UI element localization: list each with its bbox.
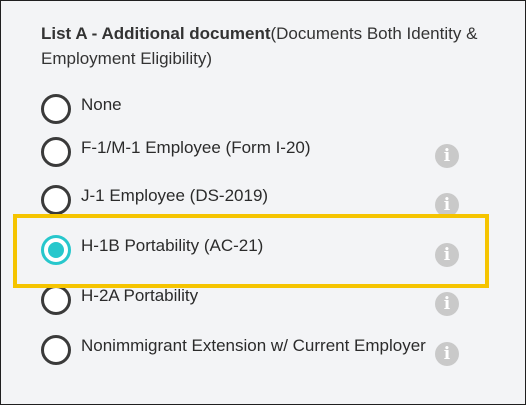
radio-none[interactable]	[41, 94, 71, 124]
option-label-h2a-portability: H-2A Portability	[81, 286, 199, 305]
radio-nonimmigrant-extension[interactable]	[41, 335, 71, 365]
radio-j1-employee[interactable]	[41, 185, 71, 215]
radio-h1b-portability-selected[interactable]	[41, 235, 71, 265]
section-heading: List A - Additional document(Documents B…	[41, 21, 491, 71]
info-icon[interactable]: i	[435, 144, 459, 168]
radio-h2a-portability[interactable]	[41, 285, 71, 315]
option-f1-m1-employee[interactable]: F-1/M-1 Employee (Form I-20)	[41, 137, 481, 167]
option-nonimmigrant-extension[interactable]: Nonimmigrant Extension w/ Current Employ…	[41, 335, 481, 365]
document-selection-panel: List A - Additional document(Documents B…	[0, 0, 526, 405]
option-none[interactable]: None	[41, 94, 481, 124]
option-label-h1b-portability: H-1B Portability (AC-21)	[81, 236, 264, 255]
section-title: List A - Additional document	[41, 24, 271, 43]
info-icon[interactable]: i	[435, 193, 459, 217]
option-label-j1-employee: J-1 Employee (DS-2019)	[81, 186, 269, 205]
info-icon[interactable]: i	[435, 243, 459, 267]
option-h2a-portability[interactable]: H-2A Portability	[41, 285, 481, 315]
info-icon[interactable]: i	[435, 292, 459, 316]
option-label-nonimmigrant-extension: Nonimmigrant Extension w/ Current Employ…	[81, 336, 426, 355]
option-label-f1-m1-employee: F-1/M-1 Employee (Form I-20)	[81, 138, 311, 157]
info-icon[interactable]: i	[435, 342, 459, 366]
option-label-none: None	[81, 95, 122, 114]
option-j1-employee[interactable]: J-1 Employee (DS-2019)	[41, 185, 481, 215]
option-h1b-portability[interactable]: H-1B Portability (AC-21)	[41, 235, 481, 265]
radio-f1-m1-employee[interactable]	[41, 137, 71, 167]
